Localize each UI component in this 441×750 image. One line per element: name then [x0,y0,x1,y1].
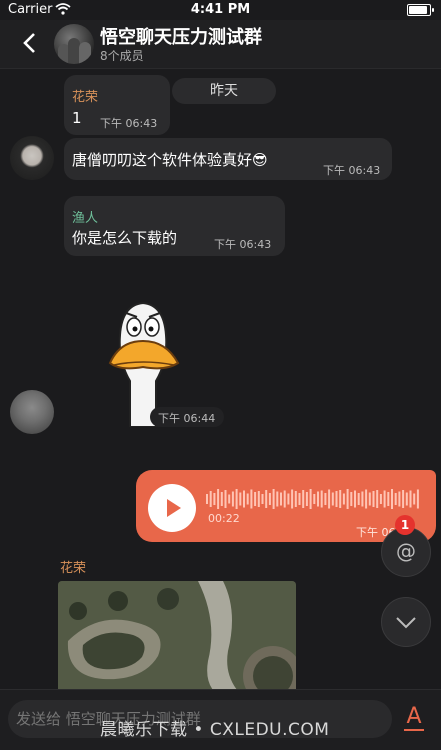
waveform-bar [250,489,253,509]
scroll-to-bottom-button[interactable] [381,597,431,647]
waveform-bar [246,493,249,505]
message-bubble[interactable]: 唐僧叨叨这个软件体验真好😎 下午 06:43 [64,138,392,180]
waveform [206,489,419,509]
waveform-bar [354,490,356,508]
waveform-bar [346,489,349,509]
waveform-bar [268,493,271,505]
watermark: 晨曦乐下载 • CXLEDU.COM [100,720,330,740]
waveform-bar [317,491,319,507]
waveform-bar [272,489,275,509]
avatar[interactable] [10,390,54,434]
waveform-bar [283,490,286,508]
play-button[interactable] [148,484,196,532]
waveform-bar [368,492,371,506]
waveform-bar [391,489,393,509]
sticker-time-pill: 下午 06:44 [150,407,224,427]
message-bubble[interactable]: 渔人 你是怎么下载的 下午 06:43 [64,196,285,256]
waveform-bar [313,494,316,504]
waveform-bar [209,491,212,507]
waveform-bar [220,492,223,506]
sender-name[interactable]: 花荣 [60,557,86,576]
message-time: 下午 06:43 [100,117,158,130]
mention-badge: 1 [395,515,415,535]
aerial-photo [58,581,296,689]
chevron-down-icon [396,617,416,629]
message-list[interactable]: 花荣 1 下午 06:43 昨天 唐僧叨叨这个软件体验真好😎 下午 06:43 … [0,69,441,689]
waveform-bar [213,493,216,505]
waveform-bar [409,490,412,508]
sender-name[interactable]: 渔人 [72,207,98,226]
message-text: 1 [72,109,82,127]
waveform-bar [387,492,390,506]
waveform-bar [405,492,408,506]
message-time: 下午 06:44 [158,412,216,425]
waveform-bar [372,491,375,507]
chevron-left-icon [23,33,35,53]
font-a-icon: A [406,704,422,729]
waveform-bar [206,494,208,504]
waveform-bar [361,491,364,507]
chat-header: 悟空聊天压力测试群 8个成员 [0,20,441,69]
waveform-bar [376,490,379,508]
text-format-button[interactable]: A [402,704,426,732]
message-time: 下午 06:43 [323,164,381,177]
waveform-bar [305,492,308,506]
waveform-bar [276,491,279,507]
status-bar: Carrier 4:41 PM [0,0,441,20]
chat-title[interactable]: 悟空聊天压力测试群 [100,23,262,49]
group-avatar[interactable] [54,24,94,64]
waveform-bar [261,494,264,504]
waveform-bar [235,489,238,509]
waveform-bar [280,492,282,506]
waveform-bar [413,493,416,505]
waveform-bar [298,493,301,505]
image-message[interactable] [58,581,296,689]
waveform-bar [257,491,260,507]
waveform-bar [416,489,419,509]
waveform-bar [265,490,268,508]
battery-icon [407,4,434,16]
waveform-bar [287,493,290,505]
at-icon: @ [396,539,416,563]
waveform-bar [357,493,360,505]
waveform-bar [379,494,382,504]
waveform-bar [402,490,405,508]
waveform-bar [291,489,294,509]
voice-duration: 00:22 [208,512,240,525]
waveform-bar [383,490,386,508]
date-divider: 昨天 [172,78,276,104]
waveform-bar [309,489,312,509]
waveform-bar [228,494,231,504]
avatar[interactable] [10,136,54,180]
waveform-bar [302,490,305,508]
waveform-bar [365,489,368,509]
waveform-bar [320,490,323,508]
waveform-bar [231,491,234,507]
waveform-bar [339,490,342,508]
clock: 4:41 PM [190,2,251,17]
waveform-bar [324,493,327,505]
waveform-bar [294,491,297,507]
back-button[interactable] [16,30,42,56]
waveform-bar [398,491,401,507]
waveform-bar [342,493,345,505]
sender-name[interactable]: 花荣 [72,86,98,105]
waveform-bar [243,490,245,508]
message-text: 你是怎么下载的 [72,229,178,247]
waveform-bar [254,492,257,506]
message-bubble[interactable]: 花荣 1 下午 06:43 [64,75,170,135]
message-text: 唐僧叨叨这个软件体验真好😎 [72,151,268,169]
waveform-bar [224,490,227,508]
waveform-bar [350,492,353,506]
waveform-bar [328,489,331,509]
message-time: 下午 06:43 [214,238,272,251]
waveform-bar [394,493,397,505]
waveform-bar [335,491,338,507]
waveform-bar [331,492,334,506]
waveform-bar [239,492,242,506]
waveform-bar [217,489,220,509]
member-count: 8个成员 [100,49,144,63]
